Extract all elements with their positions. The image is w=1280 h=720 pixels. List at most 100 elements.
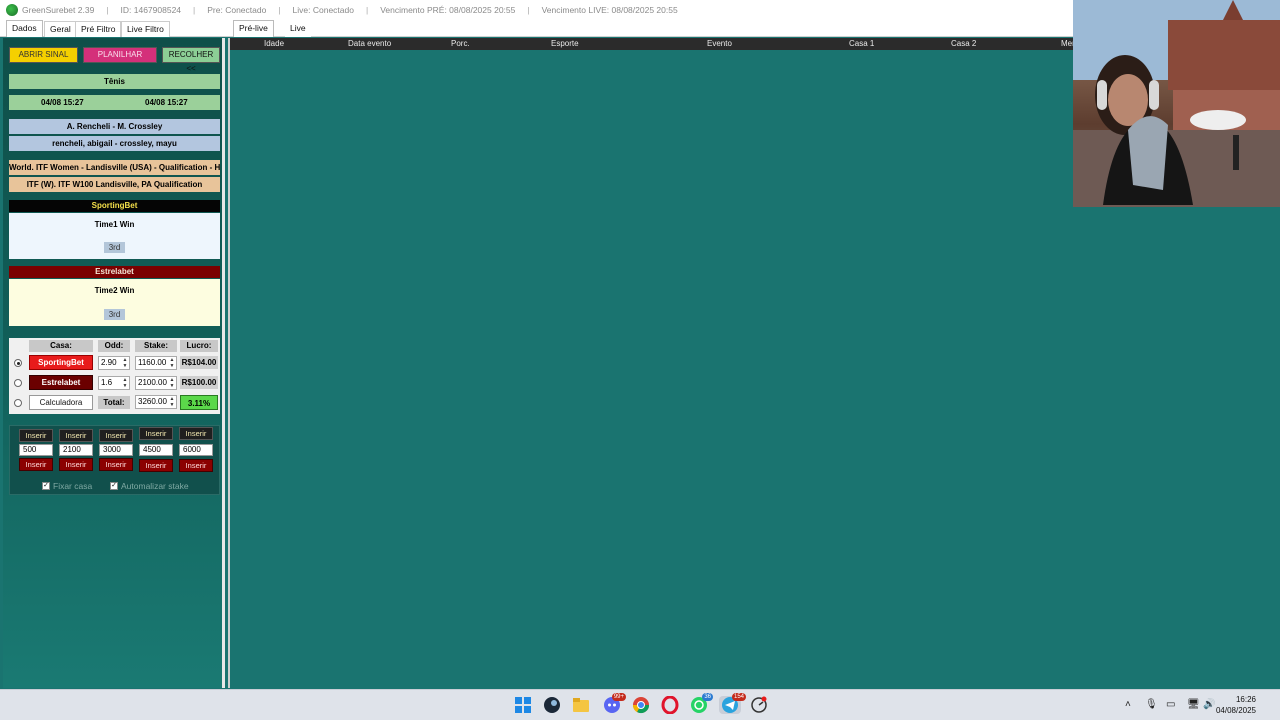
casa-sportingbet-button[interactable]: SportingBet [29, 355, 93, 370]
bookmaker-2-card: Time2 Win 3rd [9, 279, 220, 326]
opera-icon[interactable] [661, 695, 679, 715]
whatsapp-icon[interactable]: 36 [690, 693, 713, 714]
discord-icon[interactable]: 99+ [603, 693, 626, 714]
clock-time: 16:26 [1235, 695, 1256, 704]
inserir-top-4-button[interactable]: Inserir [139, 427, 173, 440]
radio-row-1[interactable] [14, 359, 22, 367]
app-title: GreenSurebet 2.39 [22, 5, 95, 15]
tab-row: Dados Geral Pré Filtro Live Filtro Pré-l… [0, 20, 1073, 37]
spinner-arrows-icon[interactable]: ▲ ▼ [169, 396, 175, 408]
chrome-icon[interactable] [632, 696, 650, 714]
title-bar: GreenSurebet 2.39 | ID: 1467908524 | Pre… [0, 0, 1073, 20]
recolher-button[interactable]: RECOLHER << [162, 47, 220, 73]
whatsapp-badge: 36 [702, 693, 713, 701]
bookmaker-2-tag: 3rd [103, 309, 126, 320]
tray-chevron-icon[interactable]: ˄ [1125, 699, 1131, 710]
app-logo-icon [6, 4, 18, 16]
abrir-sinal-button[interactable]: ABRIR SINAL [9, 47, 78, 63]
profit-percent: 3.11% [180, 395, 218, 410]
tab-geral[interactable]: Geral [44, 21, 77, 37]
sport-label: Tênis [9, 74, 220, 89]
league-1: World. ITF Women - Landisville (USA) - Q… [9, 160, 220, 175]
stake-2-value: 2100.00 [138, 378, 167, 387]
total-stake-input[interactable]: 3260.00 ▲ ▼ [135, 395, 177, 409]
separator: | [365, 5, 369, 15]
live-status: Live: Conectado [292, 5, 354, 15]
webcam-overlay [1073, 0, 1280, 207]
quick-value-4[interactable]: 4500 [139, 444, 173, 456]
tab-dados[interactable]: Dados [6, 20, 43, 37]
automatizar-stake-label: Automalizar stake [121, 481, 189, 491]
discord-badge: 99+ [611, 693, 626, 701]
stake-1-input[interactable]: 1160.00 ▲ ▼ [135, 356, 177, 370]
spinner-arrows-icon[interactable]: ▲ ▼ [122, 357, 128, 369]
calculadora-button[interactable]: Calculadora [29, 395, 93, 410]
speedometer-icon[interactable] [750, 696, 768, 714]
stake-1-value: 1160.00 [138, 358, 167, 367]
steam-icon[interactable] [543, 696, 561, 714]
col-evento[interactable]: Evento [707, 39, 732, 48]
odd-1-value: 2.90 [101, 358, 117, 367]
col-casa-2[interactable]: Casa 2 [951, 39, 976, 48]
inserir-top-5-button[interactable]: Inserir [179, 427, 213, 440]
header-lucro: Lucro: [180, 340, 218, 352]
tab-live[interactable]: Live [285, 21, 311, 37]
system-clock[interactable]: 16:26 04/08/2025 [1216, 694, 1256, 716]
casa-estrelabet-button[interactable]: Estrelabet [29, 375, 93, 390]
col-idade[interactable]: Idade [264, 39, 284, 48]
keyboard-icon[interactable]: ▭ [1166, 699, 1175, 710]
inserir-bottom-4-button[interactable]: Inserir [139, 459, 173, 472]
pre-expiry: Vencimento PRÉ: 08/08/2025 20:55 [380, 5, 516, 15]
tab-pre-live[interactable]: Pré-live [233, 20, 274, 37]
radio-row-2[interactable] [14, 379, 22, 387]
col-casa-1[interactable]: Casa 1 [849, 39, 874, 48]
col-esporte[interactable]: Esporte [551, 39, 579, 48]
fixar-casa-checkbox[interactable]: ✓ [42, 482, 50, 490]
odd-2-input[interactable]: 1.6 ▲ ▼ [98, 376, 130, 390]
stake-2-input[interactable]: 2100.00 ▲ ▼ [135, 376, 177, 390]
spinner-arrows-icon[interactable]: ▲ ▼ [169, 377, 175, 389]
quick-value-1[interactable]: 500 [19, 444, 53, 456]
quick-value-3[interactable]: 3000 [99, 444, 133, 456]
date-2: 04/08 15:27 [145, 98, 188, 107]
odd-1-input[interactable]: 2.90 ▲ ▼ [98, 356, 130, 370]
inserir-top-1-button[interactable]: Inserir [19, 429, 53, 442]
radio-row-3[interactable] [14, 399, 22, 407]
lucro-2: R$100.00 [180, 376, 218, 389]
header-stake: Stake: [135, 340, 177, 352]
quick-stake-panel: Inserir Inserir Inserir Inserir Inserir … [9, 425, 220, 495]
tab-pre-filtro[interactable]: Pré Filtro [75, 21, 122, 37]
league-2: ITF (W). ITF W100 Landisville, PA Qualif… [9, 177, 220, 192]
surebet-calculator: Casa: Odd: Stake: Lucro: SportingBet 2.9… [9, 338, 220, 414]
inserir-bottom-1-button[interactable]: Inserir [19, 458, 53, 471]
inserir-top-3-button[interactable]: Inserir [99, 429, 133, 442]
clock-date: 04/08/2025 [1215, 706, 1256, 715]
bookmaker-2-name: Estrelabet [9, 266, 220, 278]
automatizar-stake-checkbox[interactable]: ✓ [110, 482, 118, 490]
user-id: ID: 1467908524 [120, 5, 182, 15]
quick-value-5[interactable]: 6000 [179, 444, 213, 456]
inserir-bottom-3-button[interactable]: Inserir [99, 458, 133, 471]
inserir-bottom-5-button[interactable]: Inserir [179, 459, 213, 472]
file-explorer-icon[interactable] [572, 696, 590, 714]
separator: | [106, 5, 109, 15]
col-porc[interactable]: Porc. [451, 39, 470, 48]
date-row: 04/08 15:27 04/08 15:27 [9, 95, 220, 110]
microphone-icon[interactable]: 🎙 [1145, 699, 1158, 710]
spinner-arrows-icon[interactable]: ▲ ▼ [122, 377, 128, 389]
webcam-feed-image [1073, 0, 1280, 207]
quick-value-2[interactable]: 2100 [59, 444, 93, 456]
inserir-bottom-2-button[interactable]: Inserir [59, 458, 93, 471]
scrollbar-strip[interactable] [1268, 208, 1280, 688]
col-data-evento[interactable]: Data evento [348, 39, 391, 48]
volume-icon[interactable]: 🔊 [1203, 699, 1215, 710]
planilhar-button[interactable]: PLANILHAR [83, 47, 157, 63]
total-stake-value: 3260.00 [138, 397, 167, 406]
windows-start-icon[interactable] [514, 696, 532, 714]
column-header-row: Idade Data evento Porc. Esporte Evento C… [230, 38, 1075, 50]
network-icon[interactable]: 🖥 [1187, 699, 1200, 710]
telegram-icon[interactable]: 154 [719, 693, 746, 714]
inserir-top-2-button[interactable]: Inserir [59, 429, 93, 442]
tab-live-filtro[interactable]: Live Filtro [121, 21, 170, 37]
spinner-arrows-icon[interactable]: ▲ ▼ [169, 357, 175, 369]
